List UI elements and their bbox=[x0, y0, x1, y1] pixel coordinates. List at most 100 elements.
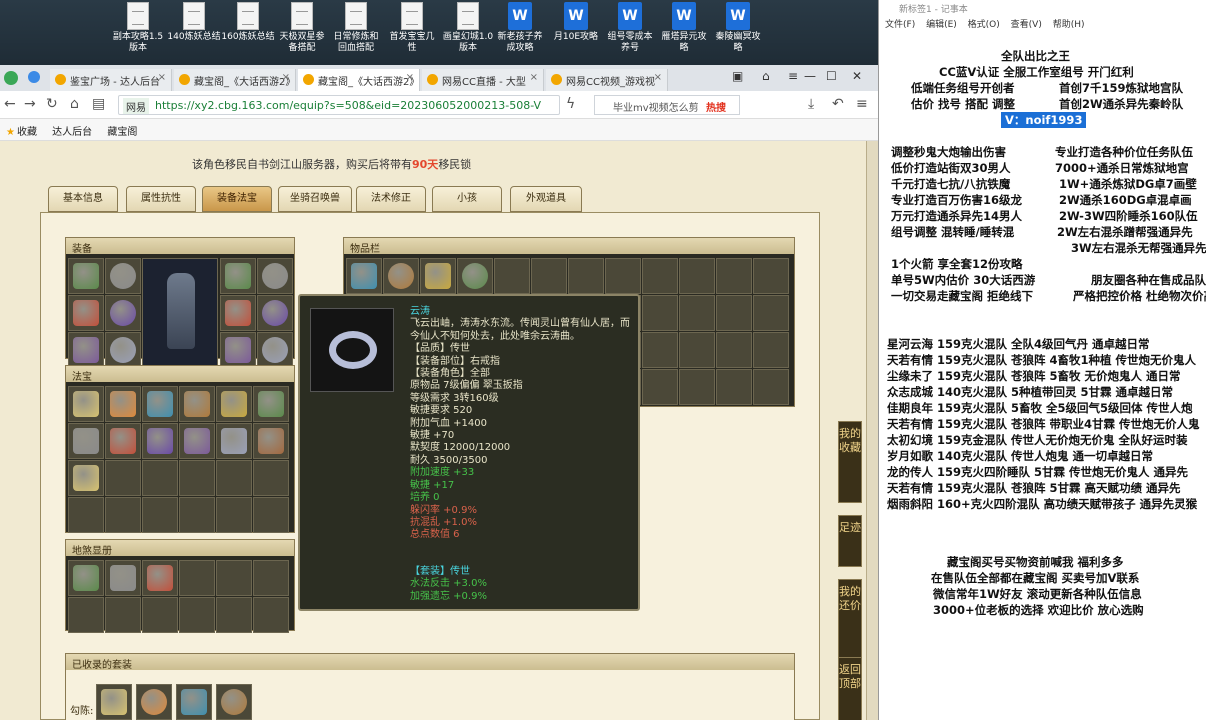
page-tab[interactable]: 属性抗性 bbox=[126, 186, 196, 212]
hot-search-label[interactable]: 热搜 bbox=[706, 99, 726, 114]
flash-icon[interactable]: ϟ bbox=[566, 96, 575, 112]
fabao-slot[interactable] bbox=[253, 497, 289, 533]
inventory-slot[interactable] bbox=[605, 258, 641, 294]
linked-slot[interactable] bbox=[216, 597, 252, 633]
browser-logo-icon[interactable] bbox=[4, 71, 18, 85]
browser-tab[interactable]: 网易CC直播 - 大型 × bbox=[422, 69, 544, 91]
inventory-slot[interactable] bbox=[642, 295, 678, 331]
linked-slot[interactable] bbox=[216, 560, 252, 596]
undo-icon[interactable]: ↶ bbox=[832, 96, 844, 112]
equip-slot[interactable] bbox=[257, 295, 293, 331]
suit-slot[interactable] bbox=[96, 684, 132, 720]
equip-slot[interactable] bbox=[220, 295, 256, 331]
fabao-slot[interactable] bbox=[105, 386, 141, 422]
bag-icon[interactable]: ▤ bbox=[92, 96, 105, 112]
browser-tab[interactable]: 网易CC视频_游戏视 × bbox=[546, 69, 668, 91]
fabao-slot[interactable] bbox=[105, 497, 141, 533]
refresh-icon[interactable]: ↻ bbox=[46, 96, 58, 112]
home-icon[interactable]: ⌂ bbox=[70, 96, 79, 112]
inventory-slot[interactable] bbox=[679, 258, 715, 294]
linked-slot[interactable] bbox=[253, 560, 289, 596]
fabao-slot[interactable] bbox=[216, 386, 252, 422]
inventory-slot[interactable] bbox=[753, 258, 789, 294]
linked-slot[interactable] bbox=[142, 597, 178, 633]
side-button[interactable]: 足迹 bbox=[838, 515, 862, 567]
equip-slot[interactable] bbox=[68, 258, 104, 294]
page-tab[interactable]: 小孩 bbox=[432, 186, 502, 212]
desktop-icon[interactable]: 140炼妖总结 bbox=[164, 2, 224, 62]
inventory-slot[interactable] bbox=[642, 369, 678, 405]
desktop-icon[interactable]: W 新老孩子养 成攻略 bbox=[490, 2, 550, 62]
page-scrollbar[interactable] bbox=[866, 141, 878, 720]
inventory-slot[interactable] bbox=[642, 332, 678, 368]
inventory-slot[interactable] bbox=[383, 258, 419, 294]
suit-slot[interactable] bbox=[176, 684, 212, 720]
fabao-slot[interactable] bbox=[68, 497, 104, 533]
suit-slot[interactable] bbox=[216, 684, 252, 720]
tab-list-icon[interactable]: ▣ bbox=[732, 69, 743, 83]
fabao-slot[interactable] bbox=[179, 386, 215, 422]
fabao-slot[interactable] bbox=[179, 423, 215, 459]
linked-slot[interactable] bbox=[179, 560, 215, 596]
inventory-slot[interactable] bbox=[716, 295, 752, 331]
equip-slot[interactable] bbox=[105, 258, 141, 294]
desktop-icon[interactable]: W 月10E攻略 bbox=[546, 2, 606, 62]
fabao-slot[interactable] bbox=[179, 497, 215, 533]
menu-edit[interactable]: 编辑(E) bbox=[926, 20, 957, 30]
desktop-icon[interactable]: 首发宝宝几 性 bbox=[382, 2, 442, 62]
desktop-icon[interactable]: W 秦陵幽冥攻 略 bbox=[708, 2, 768, 62]
shirt-icon[interactable]: ⌂ bbox=[762, 69, 770, 83]
inventory-slot[interactable] bbox=[716, 369, 752, 405]
fabao-slot[interactable] bbox=[216, 460, 252, 496]
inventory-slot[interactable] bbox=[494, 258, 530, 294]
fabao-slot[interactable] bbox=[253, 460, 289, 496]
inventory-slot[interactable] bbox=[679, 332, 715, 368]
inventory-slot[interactable] bbox=[753, 369, 789, 405]
linked-slot[interactable] bbox=[68, 560, 104, 596]
download-icon[interactable]: ⤓ bbox=[808, 96, 814, 112]
inventory-slot[interactable] bbox=[679, 295, 715, 331]
linked-slot[interactable] bbox=[142, 560, 178, 596]
fabao-slot[interactable] bbox=[68, 386, 104, 422]
fabao-slot[interactable] bbox=[142, 497, 178, 533]
inventory-slot[interactable] bbox=[716, 332, 752, 368]
menu-icon[interactable]: ≡ bbox=[788, 69, 798, 83]
forward-icon[interactable]: → bbox=[24, 96, 36, 112]
linked-slot[interactable] bbox=[105, 597, 141, 633]
linked-slot[interactable] bbox=[68, 597, 104, 633]
side-button[interactable]: 我的还价 bbox=[838, 579, 862, 661]
fabao-slot[interactable] bbox=[68, 460, 104, 496]
browser-tab[interactable]: 藏宝阁_《大话西游2》 × bbox=[174, 69, 296, 91]
inventory-slot[interactable] bbox=[642, 258, 678, 294]
page-tab[interactable]: 基本信息 bbox=[48, 186, 118, 212]
fabao-slot[interactable] bbox=[216, 497, 252, 533]
page-tab[interactable]: 坐骑召唤兽 bbox=[278, 186, 352, 212]
linked-slot[interactable] bbox=[105, 560, 141, 596]
browser-tab[interactable]: 藏宝阁_《大话西游2》 × bbox=[298, 69, 420, 91]
tab-close-icon[interactable]: × bbox=[158, 72, 166, 83]
desktop-icon[interactable]: 日常修炼和 回血搭配 bbox=[326, 2, 386, 62]
fabao-slot[interactable] bbox=[105, 423, 141, 459]
equip-slot[interactable] bbox=[105, 295, 141, 331]
fabao-slot[interactable] bbox=[105, 460, 141, 496]
bookmark-cbg[interactable]: 藏宝阁 bbox=[107, 127, 137, 138]
suit-slot[interactable] bbox=[136, 684, 172, 720]
page-tab[interactable]: 法术修正 bbox=[356, 186, 426, 212]
inventory-slot[interactable] bbox=[457, 258, 493, 294]
fabao-slot[interactable] bbox=[179, 460, 215, 496]
tab-close-icon[interactable]: × bbox=[282, 72, 290, 83]
equip-slot[interactable] bbox=[220, 332, 256, 368]
fabao-slot[interactable] bbox=[216, 423, 252, 459]
bookmark-daren[interactable]: 达人后台 bbox=[52, 127, 92, 138]
page-tab[interactable]: 装备法宝 bbox=[202, 186, 272, 212]
tab-close-icon[interactable]: × bbox=[530, 72, 538, 83]
shield-icon[interactable] bbox=[28, 71, 40, 83]
side-button[interactable]: 返回顶部 bbox=[838, 657, 862, 720]
inventory-slot[interactable] bbox=[753, 295, 789, 331]
desktop-icon[interactable]: 副本攻略1.5 版本 bbox=[108, 2, 168, 62]
minimize-icon[interactable]: — bbox=[804, 69, 816, 83]
browser-tab[interactable]: 鉴宝广场 - 达人后台 × bbox=[50, 69, 172, 91]
menu-file[interactable]: 文件(F) bbox=[885, 20, 915, 30]
fabao-slot[interactable] bbox=[68, 423, 104, 459]
equip-slot[interactable] bbox=[105, 332, 141, 368]
